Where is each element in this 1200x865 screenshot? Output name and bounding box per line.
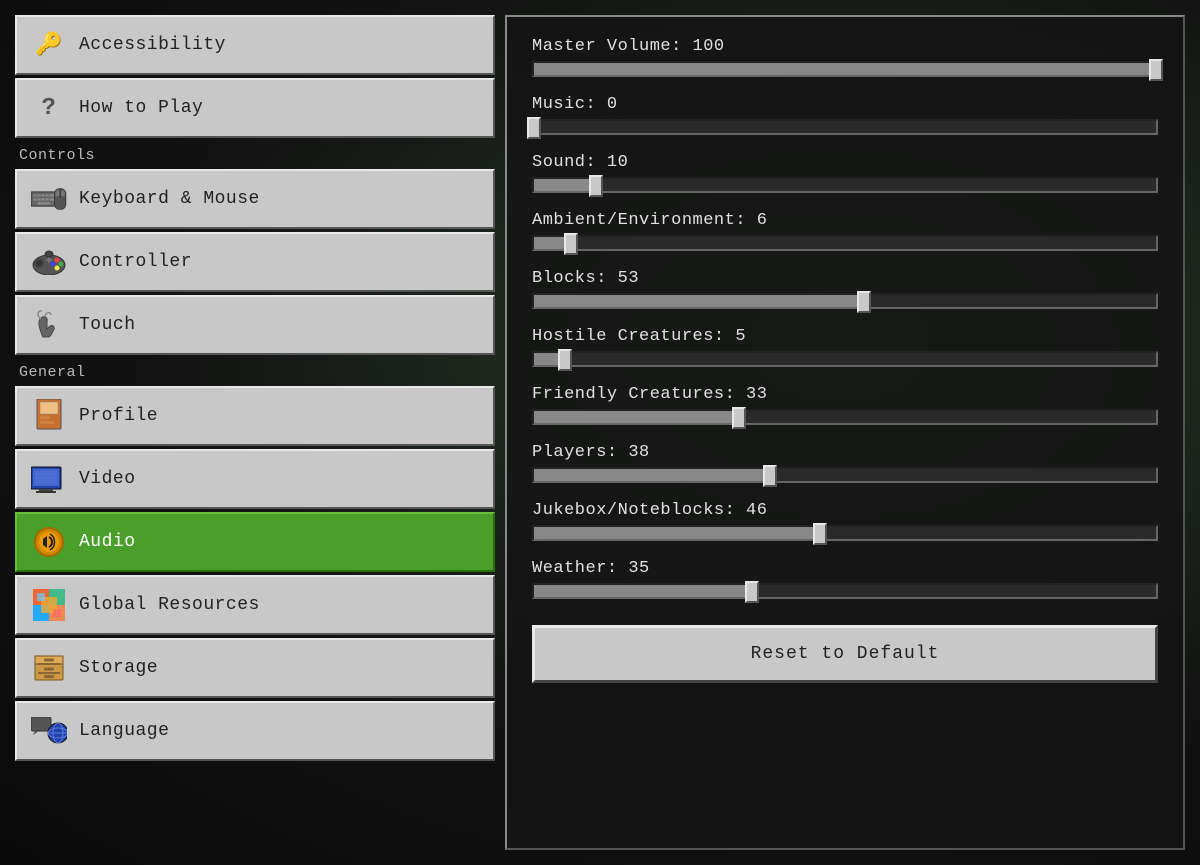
slider-fill-jukebox-noteblocks <box>534 527 820 539</box>
sidebar-item-accessibility[interactable]: 🔑 Accessibility <box>15 15 495 75</box>
slider-thumb-blocks[interactable] <box>857 291 871 313</box>
sidebar-item-audio[interactable]: Audio <box>15 512 495 572</box>
slider-fill-master-volume <box>534 63 1156 75</box>
sidebar-item-video[interactable]: Video <box>15 449 495 509</box>
slider-track-friendly-creatures[interactable] <box>532 409 1158 425</box>
slider-track-jukebox-noteblocks[interactable] <box>532 525 1158 541</box>
slider-thumb-music[interactable] <box>527 117 541 139</box>
slider-label-friendly-creatures: Friendly Creatures: 33 <box>532 385 1158 404</box>
sidebar-label-keyboard-mouse: Keyboard & Mouse <box>79 189 479 209</box>
touch-icon <box>31 307 67 343</box>
slider-track-music[interactable] <box>532 119 1158 135</box>
slider-group-friendly-creatures: Friendly Creatures: 33 <box>532 385 1158 425</box>
global-resources-icon <box>31 587 67 623</box>
slider-track-weather[interactable] <box>532 583 1158 599</box>
sidebar-label-global-resources: Global Resources <box>79 595 479 615</box>
slider-group-ambient-environment: Ambient/Environment: 6 <box>532 211 1158 251</box>
slider-group-master-volume: Master Volume: 100 <box>532 37 1158 77</box>
audio-settings-panel: Master Volume: 100 Music: 0 Sound: 10 Ambie… <box>505 15 1185 850</box>
sidebar-item-how-to-play[interactable]: ? How to Play <box>15 78 495 138</box>
language-icon <box>31 713 67 749</box>
sidebar-item-touch[interactable]: Touch <box>15 295 495 355</box>
slider-group-music: Music: 0 <box>532 95 1158 135</box>
slider-thumb-master-volume[interactable] <box>1149 59 1163 81</box>
slider-fill-weather <box>534 585 752 597</box>
sidebar-item-global-resources[interactable]: Global Resources <box>15 575 495 635</box>
slider-group-players: Players: 38 <box>532 443 1158 483</box>
sidebar-label-touch: Touch <box>79 315 479 335</box>
slider-label-jukebox-noteblocks: Jukebox/Noteblocks: 46 <box>532 501 1158 520</box>
controller-icon <box>31 244 67 280</box>
slider-fill-blocks <box>534 295 864 307</box>
settings-container: 🔑 Accessibility ? How to Play Controls <box>0 0 1200 865</box>
sidebar: 🔑 Accessibility ? How to Play Controls <box>15 15 495 850</box>
slider-group-weather: Weather: 35 <box>532 559 1158 599</box>
section-controls: Controls <box>15 141 495 166</box>
sidebar-label-controller: Controller <box>79 252 479 272</box>
slider-track-sound[interactable] <box>532 177 1158 193</box>
slider-fill-players <box>534 469 770 481</box>
slider-track-master-volume[interactable] <box>532 61 1158 77</box>
slider-label-music: Music: 0 <box>532 95 1158 114</box>
sidebar-label-audio: Audio <box>79 532 479 552</box>
sidebar-label-how-to-play: How to Play <box>79 98 479 118</box>
slider-fill-friendly-creatures <box>534 411 739 423</box>
storage-icon <box>31 650 67 686</box>
slider-track-hostile-creatures[interactable] <box>532 351 1158 367</box>
slider-track-players[interactable] <box>532 467 1158 483</box>
sidebar-item-controller[interactable]: Controller <box>15 232 495 292</box>
slider-group-hostile-creatures: Hostile Creatures: 5 <box>532 327 1158 367</box>
sidebar-item-language[interactable]: Language <box>15 701 495 761</box>
slider-group-jukebox-noteblocks: Jukebox/Noteblocks: 46 <box>532 501 1158 541</box>
slider-label-hostile-creatures: Hostile Creatures: 5 <box>532 327 1158 346</box>
reset-to-default-button[interactable]: Reset to Default <box>532 625 1158 683</box>
profile-icon <box>31 398 67 434</box>
slider-thumb-sound[interactable] <box>589 175 603 197</box>
slider-track-ambient-environment[interactable] <box>532 235 1158 251</box>
slider-group-sound: Sound: 10 <box>532 153 1158 193</box>
sidebar-label-accessibility: Accessibility <box>79 35 479 55</box>
sidebar-item-profile[interactable]: Profile <box>15 386 495 446</box>
slider-thumb-jukebox-noteblocks[interactable] <box>813 523 827 545</box>
slider-thumb-hostile-creatures[interactable] <box>558 349 572 371</box>
sidebar-item-storage[interactable]: Storage <box>15 638 495 698</box>
slider-label-sound: Sound: 10 <box>532 153 1158 172</box>
video-icon <box>31 461 67 497</box>
slider-group-blocks: Blocks: 53 <box>532 269 1158 309</box>
sidebar-label-storage: Storage <box>79 658 479 678</box>
slider-thumb-ambient-environment[interactable] <box>564 233 578 255</box>
sidebar-label-language: Language <box>79 721 479 741</box>
question-icon: ? <box>31 90 67 126</box>
slider-thumb-players[interactable] <box>763 465 777 487</box>
sidebar-item-keyboard-mouse[interactable]: Keyboard & Mouse <box>15 169 495 229</box>
slider-thumb-weather[interactable] <box>745 581 759 603</box>
slider-label-master-volume: Master Volume: 100 <box>532 37 1158 56</box>
section-general: General <box>15 358 495 383</box>
slider-label-ambient-environment: Ambient/Environment: 6 <box>532 211 1158 230</box>
keyboard-icon <box>31 181 67 217</box>
key-icon: 🔑 <box>31 27 67 63</box>
sidebar-label-video: Video <box>79 469 479 489</box>
audio-icon <box>31 524 67 560</box>
slider-track-blocks[interactable] <box>532 293 1158 309</box>
slider-fill-sound <box>534 179 596 191</box>
slider-thumb-friendly-creatures[interactable] <box>732 407 746 429</box>
slider-label-players: Players: 38 <box>532 443 1158 462</box>
sidebar-label-profile: Profile <box>79 406 479 426</box>
slider-label-blocks: Blocks: 53 <box>532 269 1158 288</box>
slider-label-weather: Weather: 35 <box>532 559 1158 578</box>
